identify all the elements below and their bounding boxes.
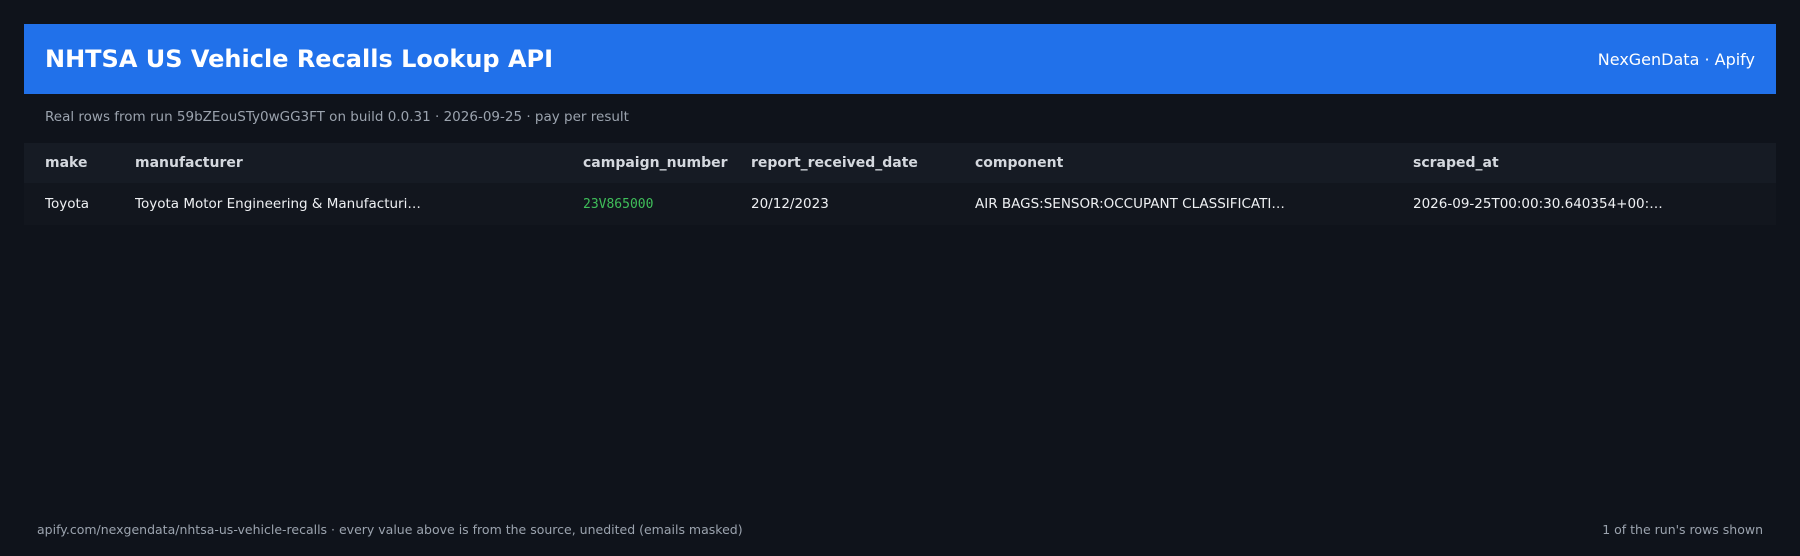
column-header-manufacturer[interactable]: manufacturer [135,143,575,183]
header-bar: NHTSA US Vehicle Recalls Lookup API NexG… [24,24,1776,94]
cell-scraped-at: 2026-09-25T00:00:30.640354+00:… [1413,196,1663,212]
footer-row-count: 1 of the run's rows shown [1602,522,1763,537]
column-header-campaign-number[interactable]: campaign_number [583,143,743,183]
table-header-row: make manufacturer campaign_number report… [24,143,1776,183]
brand-label[interactable]: NexGenData · Apify [1598,50,1755,69]
run-subtitle: Real rows from run 59bZEouSTy0wGG3FT on … [45,109,629,125]
column-header-component[interactable]: component [975,143,1405,183]
column-header-make[interactable]: make [45,143,125,183]
cell-campaign-number: 23V865000 [583,196,654,212]
footer-source-note: apify.com/nexgendata/nhtsa-us-vehicle-re… [37,522,743,537]
page-title: NHTSA US Vehicle Recalls Lookup API [45,45,554,73]
cell-report-received-date: 20/12/2023 [751,196,829,212]
page: NHTSA US Vehicle Recalls Lookup API NexG… [0,0,1800,556]
column-header-scraped-at[interactable]: scraped_at [1413,143,1763,183]
table-row[interactable]: Toyota Toyota Motor Engineering & Manufa… [24,183,1776,225]
cell-component: AIR BAGS:SENSOR:OCCUPANT CLASSIFICATI… [975,196,1285,212]
cell-manufacturer: Toyota Motor Engineering & Manufacturi… [135,196,421,212]
cell-make: Toyota [45,196,90,212]
results-table: make manufacturer campaign_number report… [24,143,1776,225]
column-header-report-received-date[interactable]: report_received_date [751,143,966,183]
